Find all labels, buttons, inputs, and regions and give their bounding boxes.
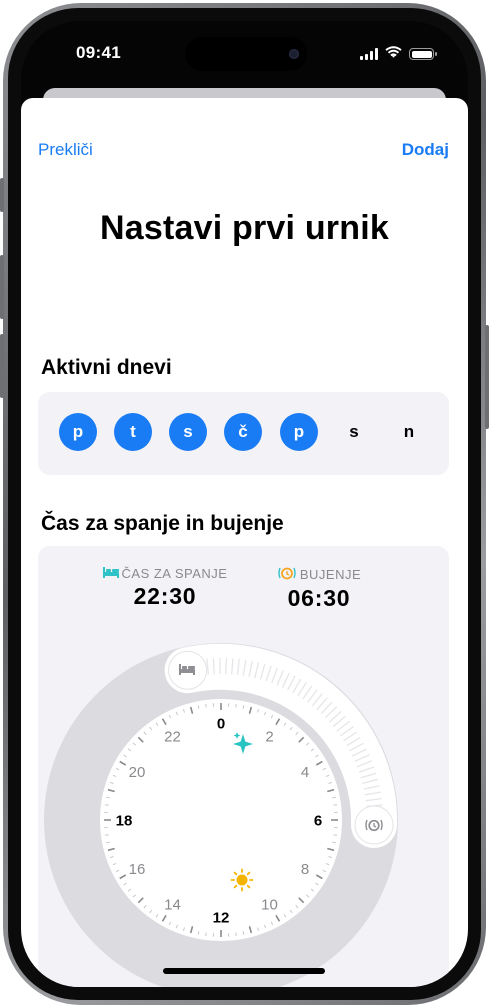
page-title: Nastavi prvi urnik <box>100 209 389 247</box>
clock-number-22: 22 <box>164 729 181 746</box>
clock-number-10: 10 <box>261 897 278 914</box>
sleep-dial: 0 2 4 6 8 10 12 14 16 18 20 22 <box>44 643 398 987</box>
day-toggle-sat[interactable]: s <box>335 413 373 451</box>
day-toggle-fri[interactable]: p <box>280 413 318 451</box>
clock-number-2: 2 <box>265 729 273 746</box>
clock-number-0: 0 <box>217 716 225 733</box>
clock-number-6: 6 <box>314 813 322 830</box>
clock-number-20: 20 <box>129 764 146 781</box>
schedule-sheet: Prekliči Dodaj Nastavi prvi urnik Aktivn… <box>21 98 468 987</box>
clock-number-16: 16 <box>129 861 146 878</box>
home-indicator[interactable] <box>163 968 325 974</box>
clock-face <box>100 699 342 941</box>
add-button[interactable]: Dodaj <box>402 140 449 160</box>
clock-number-18: 18 <box>116 813 133 830</box>
front-camera <box>289 49 299 59</box>
wifi-icon <box>385 45 402 63</box>
status-time: 09:41 <box>76 43 121 62</box>
action-button <box>0 178 4 212</box>
side-button <box>485 325 489 429</box>
sun-icon <box>230 868 254 892</box>
day-toggle-wed[interactable]: s <box>169 413 207 451</box>
status-icons <box>360 45 437 63</box>
active-days-heading: Aktivni dnevi <box>41 356 172 379</box>
day-toggle-thu[interactable]: č <box>224 413 262 451</box>
cancel-button[interactable]: Prekliči <box>38 140 93 160</box>
volume-up-button <box>0 255 4 319</box>
day-toggle-mon[interactable]: p <box>59 413 97 451</box>
signal-icon <box>360 48 378 60</box>
status-bar: 09:41 <box>21 21 468 81</box>
battery-icon <box>409 48 437 60</box>
clock-number-4: 4 <box>301 764 309 781</box>
screen: 09:41 Prekliči Dodaj Nastavi prvi urnik … <box>21 21 468 987</box>
day-toggle-tue[interactable]: t <box>114 413 152 451</box>
active-days-picker: p t s č p s n <box>38 392 449 475</box>
sleep-wake-heading: Čas za spanje in bujenje <box>41 512 284 535</box>
clock-number-12: 12 <box>213 910 230 927</box>
volume-down-button <box>0 334 4 398</box>
day-toggle-sun[interactable]: n <box>390 413 428 451</box>
clock-number-8: 8 <box>301 861 309 878</box>
clock-number-14: 14 <box>164 897 181 914</box>
sleep-wake-card: ČAS ZA SPANJE 22:30 BUJENJE 06:30 0 2 4 … <box>38 546 449 987</box>
